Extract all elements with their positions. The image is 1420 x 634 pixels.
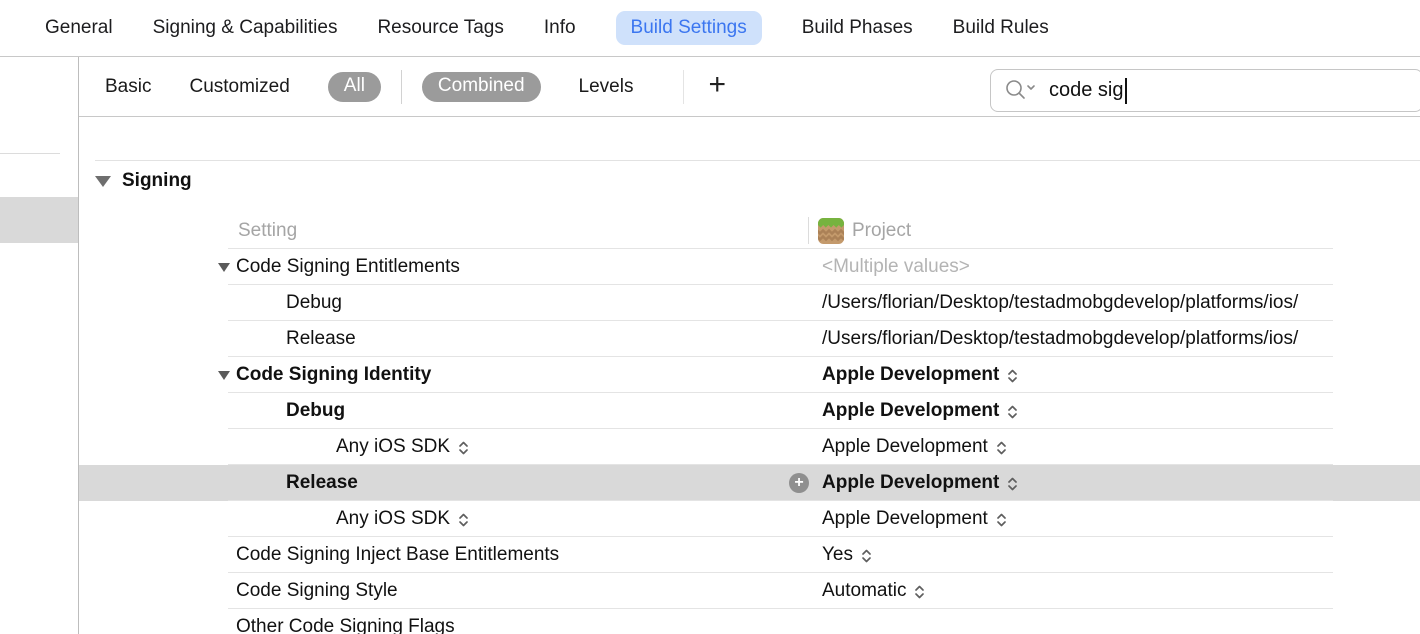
stepper-icon[interactable]: [995, 511, 1008, 529]
table-header-row: Setting Project: [79, 213, 1420, 249]
disclosure-triangle-icon[interactable]: [218, 371, 230, 380]
tab-build-phases[interactable]: Build Phases: [802, 17, 913, 39]
add-setting-button[interactable]: +: [708, 70, 726, 104]
sidebar-selected-item[interactable]: [0, 197, 78, 243]
table-row[interactable]: Code Signing Inject Base Entitlements Ye…: [79, 537, 1420, 573]
setting-value[interactable]: /Users/florian/Desktop/testadmobgdevelop…: [822, 285, 1420, 321]
build-settings-content: Signing Setting: [79, 117, 1420, 634]
stepper-icon[interactable]: [860, 547, 873, 565]
sidebar-divider: [0, 153, 60, 154]
setting-label: Code Signing Style: [236, 573, 398, 609]
setting-value-dropdown[interactable]: Apple Development: [822, 357, 1420, 393]
setting-value: <Multiple values>: [822, 249, 1420, 285]
setting-label: Any iOS SDK: [336, 501, 470, 537]
setting-label: Code Signing Identity: [236, 357, 431, 393]
targets-sidebar: [0, 57, 79, 634]
setting-label: Any iOS SDK: [336, 429, 470, 465]
tab-info[interactable]: Info: [544, 17, 576, 39]
tab-resource-tags[interactable]: Resource Tags: [377, 17, 503, 39]
settings-table: Setting Project: [79, 213, 1420, 634]
section-divider: [95, 160, 1420, 161]
table-row[interactable]: Debug /Users/florian/Desktop/testadmobgd…: [79, 285, 1420, 321]
table-row[interactable]: Code Signing Identity Apple Development: [79, 357, 1420, 393]
editor-tab-bar: General Signing & Capabilities Resource …: [0, 0, 1420, 57]
disclosure-triangle-icon[interactable]: [218, 263, 230, 272]
tab-signing-capabilities[interactable]: Signing & Capabilities: [153, 17, 338, 39]
setting-label: Release: [286, 321, 356, 357]
stepper-icon[interactable]: [457, 511, 470, 529]
setting-value-dropdown[interactable]: Apple Development: [822, 393, 1420, 429]
text-cursor: [1125, 78, 1127, 104]
table-row[interactable]: Code Signing Style Automatic: [79, 573, 1420, 609]
setting-label: Debug: [286, 393, 345, 429]
setting-label: Code Signing Entitlements: [236, 249, 460, 285]
stepper-icon[interactable]: [1006, 403, 1019, 421]
column-divider: [808, 217, 809, 244]
table-row-selected[interactable]: Release + Apple Development: [79, 465, 1420, 501]
column-header-project: Project: [852, 213, 911, 249]
table-row[interactable]: Debug Apple Development: [79, 393, 1420, 429]
build-settings-toolbar: Basic Customized All Combined Levels + c…: [79, 57, 1420, 117]
view-combined-button[interactable]: Combined: [422, 72, 541, 102]
filter-basic-button[interactable]: Basic: [105, 76, 151, 98]
search-icon[interactable]: [1003, 78, 1041, 104]
search-field[interactable]: code sig: [990, 69, 1420, 112]
table-row[interactable]: Other Code Signing Flags: [79, 609, 1420, 634]
table-row[interactable]: Code Signing Entitlements <Multiple valu…: [79, 249, 1420, 285]
tab-build-settings[interactable]: Build Settings: [616, 11, 762, 45]
setting-value-dropdown[interactable]: Yes: [822, 537, 1420, 573]
setting-label: Release: [286, 465, 358, 501]
setting-value-dropdown[interactable]: Apple Development: [822, 501, 1420, 537]
signing-section-header[interactable]: Signing: [95, 170, 192, 192]
stepper-icon[interactable]: [1006, 475, 1019, 493]
add-value-button[interactable]: +: [789, 473, 809, 493]
column-header-setting: Setting: [238, 213, 297, 249]
table-row[interactable]: Release /Users/florian/Desktop/testadmob…: [79, 321, 1420, 357]
disclosure-triangle-icon[interactable]: [95, 176, 111, 187]
toolbar-divider: [401, 70, 402, 104]
stepper-icon[interactable]: [913, 583, 926, 601]
section-title: Signing: [122, 170, 192, 192]
project-icon: [818, 218, 844, 249]
setting-value-dropdown[interactable]: Automatic: [822, 573, 1420, 609]
setting-value-dropdown[interactable]: Apple Development: [822, 465, 1420, 501]
search-input[interactable]: code sig: [1049, 79, 1124, 102]
tab-general[interactable]: General: [45, 17, 113, 39]
stepper-icon[interactable]: [1006, 367, 1019, 385]
filter-customized-button[interactable]: Customized: [189, 76, 289, 98]
table-row[interactable]: Any iOS SDK Apple Development: [79, 429, 1420, 465]
setting-label: Debug: [286, 285, 342, 321]
toolbar-divider: [683, 70, 684, 104]
tab-build-rules[interactable]: Build Rules: [953, 17, 1049, 39]
setting-label: Other Code Signing Flags: [236, 609, 455, 634]
stepper-icon[interactable]: [995, 439, 1008, 457]
setting-label: Code Signing Inject Base Entitlements: [236, 537, 559, 573]
view-levels-button[interactable]: Levels: [579, 76, 634, 98]
filter-all-button[interactable]: All: [328, 72, 381, 102]
table-row[interactable]: Any iOS SDK Apple Development: [79, 501, 1420, 537]
setting-value[interactable]: /Users/florian/Desktop/testadmobgdevelop…: [822, 321, 1420, 357]
setting-value-dropdown[interactable]: Apple Development: [822, 429, 1420, 465]
stepper-icon[interactable]: [457, 439, 470, 457]
